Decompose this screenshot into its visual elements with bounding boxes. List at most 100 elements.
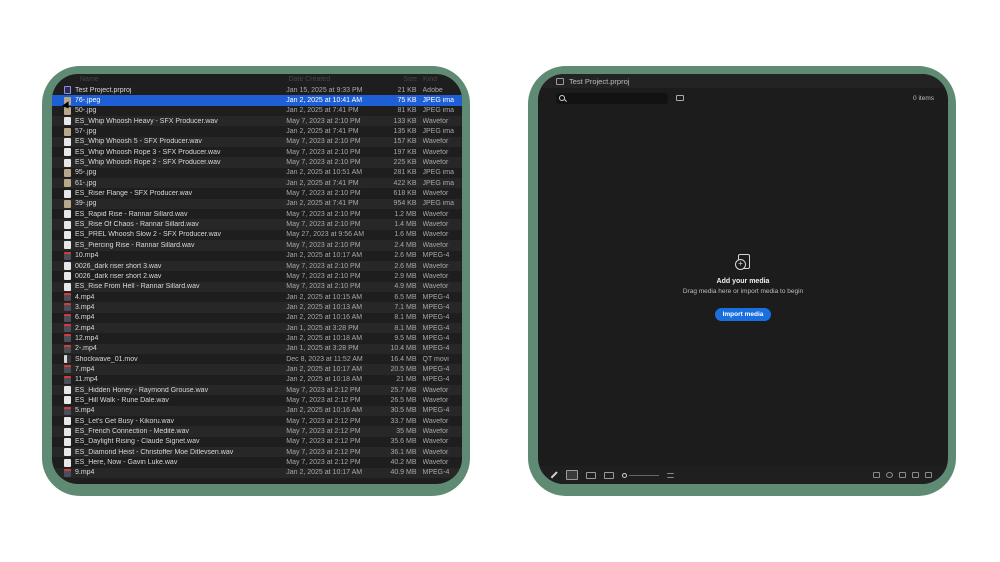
file-size: 618 KB bbox=[393, 190, 417, 198]
freeform-view-icon[interactable] bbox=[604, 471, 614, 479]
file-kind: MPEG-4 bbox=[422, 407, 450, 415]
file-row[interactable]: ES_Whip Whoosh Heavy - SFX Producer.wav M… bbox=[52, 116, 462, 127]
file-row[interactable]: 6.mp4 Jan 2, 2025 at 10:16 AM 8.1 MB MPEG-4 bbox=[52, 312, 462, 323]
file-wav-icon bbox=[64, 437, 71, 446]
file-row[interactable]: 10.mp4 Jan 2, 2025 at 10:17 AM 2.6 MB MPEG-… bbox=[52, 250, 462, 261]
file-row[interactable]: 0026_dark riser short 3.wav May 7, 2023 a… bbox=[52, 260, 462, 272]
file-row[interactable]: 9.mp4 Jan 2, 2025 at 10:17 AM 40.9 MB MPEG-… bbox=[52, 467, 462, 479]
file-kind: Adobe bbox=[422, 86, 443, 94]
file-name: Test Project.prproj bbox=[75, 86, 132, 94]
file-row[interactable]: ES_Diamond Heist - Christoffer Moe Ditle… bbox=[52, 447, 462, 458]
file-row[interactable]: 11.mp4 Jan 2, 2025 at 10:18 AM 21 MB MPEG-4 bbox=[52, 374, 462, 385]
file-date: May 7, 2023 at 2:10 PM bbox=[286, 272, 361, 280]
file-date: Jan 2, 2025 at 10:41 AM bbox=[286, 97, 363, 105]
find-icon[interactable] bbox=[886, 472, 893, 478]
file-name: ES_Whip Whoosh Heavy - SFX Producer.wav bbox=[75, 117, 218, 125]
file-size: 197 KB bbox=[393, 148, 417, 156]
search-input[interactable] bbox=[556, 92, 668, 104]
file-vid-icon bbox=[64, 344, 71, 353]
file-row[interactable]: ES_Riser Flange - SFX Producer.wav May 7,… bbox=[52, 188, 462, 199]
file-row[interactable]: ES_Rise From Hell - Rannar Sillard.wav Ma… bbox=[52, 281, 462, 292]
new-item-icon[interactable] bbox=[912, 472, 919, 478]
file-row[interactable]: 50-.jpg Jan 2, 2025 at 7:41 PM 81 KB JPEG i… bbox=[52, 105, 462, 117]
file-row[interactable]: 2-.mp4 Jan 1, 2025 at 3:28 PM 10.4 MB MPEG-… bbox=[52, 343, 462, 354]
file-proj-icon bbox=[64, 86, 71, 95]
file-kind: JPEG ima bbox=[422, 179, 455, 187]
column-name[interactable]: Name bbox=[80, 76, 288, 83]
file-row[interactable]: ES_Rapid Rise - Rannar Sillard.wav May 7,… bbox=[52, 209, 462, 220]
file-date: May 7, 2023 at 2:12 PM bbox=[286, 438, 361, 446]
automate-icon[interactable] bbox=[873, 472, 880, 478]
file-size: 16.4 MB bbox=[390, 355, 417, 363]
file-name: ES_French Connection - Medité.wav bbox=[75, 428, 189, 436]
column-date[interactable]: Date Created bbox=[288, 76, 380, 83]
project-panel-title-bar: Test Project.prproj bbox=[538, 74, 948, 88]
project-panel-toolbar bbox=[538, 466, 948, 484]
file-row[interactable]: ES_Let's Get Busy - Kikoru.wav May 7, 202… bbox=[52, 416, 462, 427]
file-row[interactable]: ES_Here, Now - Gavin Luke.wav May 7, 2023… bbox=[52, 457, 462, 468]
file-row[interactable]: ES_Whip Whoosh Rope 3 - SFX Producer.wav… bbox=[52, 147, 462, 158]
file-row[interactable]: ES_Daylight Rising - Claude Signet.wav Ma… bbox=[52, 436, 462, 448]
file-row[interactable]: ES_French Connection - Medité.wav May 7, … bbox=[52, 426, 462, 437]
file-row[interactable]: 2.mp4 Jan 1, 2025 at 3:28 PM 8.1 MB MPEG-4 bbox=[52, 322, 462, 334]
file-name: 7.mp4 bbox=[75, 365, 95, 373]
file-row[interactable]: 76-.jpeg Jan 2, 2025 at 10:41 AM 75 KB JPEG… bbox=[52, 95, 462, 106]
project-panel[interactable]: Test Project.prproj 0 items Add your med… bbox=[538, 74, 948, 484]
file-size: 6.5 MB bbox=[394, 293, 417, 301]
file-kind: MPEG-4 bbox=[422, 252, 450, 260]
file-row[interactable]: ES_PREL Whoosh Slow 2 - SFX Producer.wav… bbox=[52, 229, 462, 241]
project-title[interactable]: Test Project.prproj bbox=[569, 77, 629, 86]
file-size: 2.4 MB bbox=[394, 241, 417, 249]
file-name: 95-.jpg bbox=[75, 169, 97, 177]
file-name: ES_Riser Flange - SFX Producer.wav bbox=[75, 190, 193, 198]
file-row[interactable]: 39-.jpg Jan 2, 2025 at 7:41 PM 954 KB JPEG … bbox=[52, 198, 462, 210]
zoom-slider-handle[interactable] bbox=[622, 472, 627, 478]
file-row[interactable]: 57-.jpg Jan 2, 2025 at 7:41 PM 135 KB JPEG … bbox=[52, 126, 462, 137]
new-bin-icon[interactable] bbox=[676, 95, 684, 101]
file-row[interactable]: 4.mp4 Jan 2, 2025 at 10:15 AM 6.5 MB MPEG-4 bbox=[52, 291, 462, 303]
file-img-icon bbox=[64, 179, 71, 188]
file-kind: Wavefor bbox=[422, 231, 449, 239]
file-wav-icon bbox=[64, 148, 71, 157]
list-view-icon[interactable] bbox=[566, 470, 578, 480]
file-row[interactable]: ES_Piercing Rise - Rannar Sillard.wav May… bbox=[52, 240, 462, 251]
file-row[interactable]: ES_Hidden Honey - Raymond Grouse.wav May … bbox=[52, 384, 462, 396]
zoom-slider-track[interactable] bbox=[629, 474, 659, 476]
file-name: ES_Whip Whoosh Rope 3 - SFX Producer.wav bbox=[75, 148, 221, 156]
trash-icon[interactable] bbox=[925, 472, 932, 478]
empty-state-subtitle: Drag media here or import media to begin bbox=[682, 288, 804, 295]
file-date: Jan 2, 2025 at 7:41 PM bbox=[286, 128, 359, 136]
file-row[interactable]: 5.mp4 Jan 2, 2025 at 10:16 AM 30.5 MB MPEG-… bbox=[52, 405, 462, 416]
project-folder-icon bbox=[556, 77, 564, 85]
file-date: Jan 2, 2025 at 7:41 PM bbox=[286, 107, 359, 115]
sort-icon[interactable] bbox=[667, 472, 674, 478]
file-row[interactable]: 61-.jpg Jan 2, 2025 at 7:41 PM 422 KB JPEG … bbox=[52, 178, 462, 189]
file-size: 954 KB bbox=[393, 200, 417, 208]
file-size: 21 KB bbox=[397, 86, 417, 94]
column-size[interactable]: Size bbox=[380, 76, 423, 83]
file-date: May 7, 2023 at 2:10 PM bbox=[286, 138, 361, 146]
file-row[interactable]: 12.mp4 Jan 2, 2025 at 10:18 AM 9.5 MB MPEG-… bbox=[52, 333, 462, 344]
file-wav-icon bbox=[64, 386, 71, 395]
column-kind[interactable]: Kind bbox=[423, 76, 462, 83]
pencil-icon[interactable] bbox=[550, 471, 558, 479]
file-row[interactable]: 7.mp4 Jan 2, 2025 at 10:17 AM 20.5 MB MPEG-… bbox=[52, 364, 462, 375]
file-kind: Wavefor bbox=[422, 190, 449, 198]
file-kind: Wavefor bbox=[422, 262, 449, 270]
new-bin-button-icon[interactable] bbox=[899, 472, 906, 478]
file-row[interactable]: Test Project.prproj Jan 15, 2025 at 9:33 … bbox=[52, 85, 462, 96]
file-row[interactable]: 95-.jpg Jan 2, 2025 at 10:51 AM 281 KB JPEG… bbox=[52, 167, 462, 179]
file-row[interactable]: ES_Hill Walk - Rune Dale.wav May 7, 2023 … bbox=[52, 395, 462, 406]
file-wav-icon bbox=[64, 262, 71, 271]
file-row[interactable]: 3.mp4 Jan 2, 2025 at 10:13 AM 7.1 MB MPEG-4 bbox=[52, 302, 462, 313]
icon-view-icon[interactable] bbox=[586, 471, 596, 479]
file-row[interactable]: Shockwave_01.mov Dec 8, 2023 at 11:52 AM 1… bbox=[52, 353, 462, 365]
file-row[interactable]: 0026_dark riser short 2.wav May 7, 2023 a… bbox=[52, 271, 462, 282]
file-kind: Wavefor bbox=[422, 272, 449, 280]
file-row[interactable]: ES_Whip Whoosh 5 - SFX Producer.wav May 7… bbox=[52, 136, 462, 148]
import-media-button[interactable]: Import media bbox=[714, 308, 772, 321]
file-wav-icon bbox=[64, 210, 71, 219]
file-name: ES_Let's Get Busy - Kikoru.wav bbox=[75, 417, 174, 425]
file-row[interactable]: ES_Rise Of Chaos - Rannar Sillard.wav May… bbox=[52, 219, 462, 230]
file-row[interactable]: ES_Whip Whoosh Rope 2 - SFX Producer.wav… bbox=[52, 157, 462, 168]
